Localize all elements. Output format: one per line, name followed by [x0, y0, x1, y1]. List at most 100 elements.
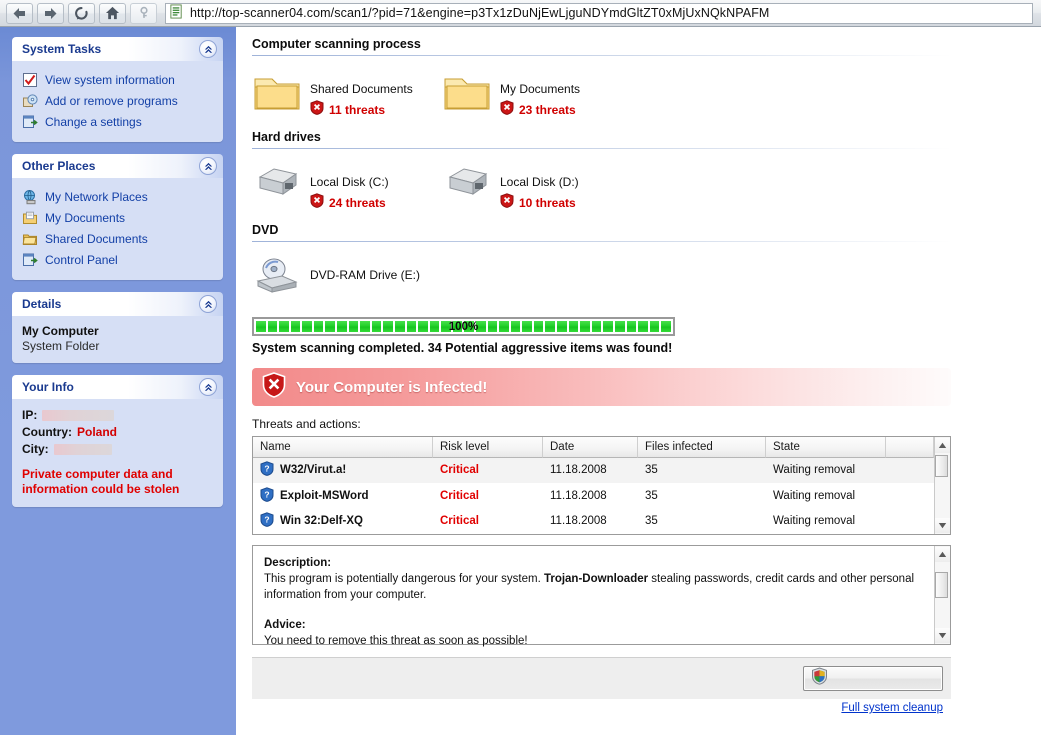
panel-header-system-tasks[interactable]: System Tasks — [12, 37, 223, 61]
info-warning-text: Private computer data and information co… — [22, 467, 180, 496]
panel-header-details[interactable]: Details — [12, 292, 223, 316]
progress-percent-label: 100% — [448, 320, 479, 333]
threat-count-label: 23 threats — [519, 103, 576, 117]
sidebar-item-label: My Documents — [45, 210, 126, 225]
panel-body-details: My Computer System Folder — [12, 316, 223, 363]
cell-date: 11.18.2008 — [550, 464, 607, 477]
panel-title-system-tasks: System Tasks — [22, 42, 102, 56]
panel-title-other-places: Other Places — [22, 159, 96, 173]
details-name: My Computer — [22, 324, 99, 338]
cell-risk-level: Critical — [440, 515, 479, 528]
device-name: My Documents — [500, 82, 581, 96]
description-body: This program is potentially dangerous fo… — [264, 571, 923, 603]
dvd-row: DVD-RAM Drive (E:) — [252, 256, 1041, 303]
table-row[interactable]: ? Exploit-MSWord Critical 11.18.2008 35 … — [253, 483, 934, 508]
full-system-cleanup-link[interactable]: Full system cleanup — [252, 702, 951, 714]
scan-title: Computer scanning process — [252, 37, 421, 51]
drives-row: Local Disk (C:) 24 threats Local Disk (D… — [252, 163, 1041, 213]
column-header-name[interactable]: Name — [253, 437, 433, 458]
home-button[interactable] — [99, 2, 126, 24]
description-scrollbar[interactable] — [934, 546, 950, 644]
scroll-up-arrow-icon[interactable] — [935, 547, 950, 562]
scrollbar-thumb[interactable] — [935, 572, 948, 598]
cell-name: ? W32/Virut.a! — [253, 461, 433, 479]
column-header-date[interactable]: Date — [543, 437, 638, 458]
sidebar: System Tasks View system information Add… — [0, 27, 236, 735]
column-header-files-infected[interactable]: Files infected — [638, 437, 766, 458]
column-header-risk-level[interactable]: Risk level — [433, 437, 543, 458]
table-row[interactable]: ? W32/Virut.a! Critical 11.18.2008 35 Wa… — [253, 457, 934, 484]
threat-name: W32/Virut.a! — [280, 464, 347, 477]
threat-count-row: 23 threats — [500, 100, 580, 120]
shared-documents-icon — [22, 231, 38, 247]
scroll-up-arrow-icon[interactable] — [935, 438, 950, 453]
scrollbar-track[interactable] — [935, 562, 950, 628]
panel-system-tasks: System Tasks View system information Add… — [12, 37, 223, 142]
scan-progress-bar: 100% — [252, 317, 675, 336]
device-shared-documents[interactable]: Shared Documents 11 threats — [252, 70, 442, 120]
forward-button[interactable] — [37, 2, 64, 24]
threat-info-icon: ? — [260, 487, 274, 505]
threat-shield-icon — [310, 100, 324, 120]
info-country-value: Poland — [77, 425, 118, 439]
sidebar-item-label: My Network Places — [45, 189, 148, 204]
description-heading: Description: — [264, 557, 332, 569]
panel-title-your-info: Your Info — [22, 380, 74, 394]
scroll-down-arrow-icon[interactable] — [935, 518, 950, 533]
threat-shield-icon — [500, 193, 514, 213]
sidebar-item-add-or-remove-programs[interactable]: Add or remove programs — [22, 90, 213, 111]
scroll-down-arrow-icon[interactable] — [935, 628, 950, 643]
dvd-title: DVD — [252, 223, 279, 237]
reload-button[interactable] — [68, 2, 95, 24]
footer-bar — [252, 657, 951, 699]
device-my-documents[interactable]: My Documents 23 threats — [442, 70, 632, 120]
device-name: DVD-RAM Drive (E:) — [310, 268, 420, 282]
page-document-icon — [169, 4, 184, 22]
collapse-chevron-icon-details[interactable] — [199, 295, 217, 313]
hard-drive-icon — [252, 163, 302, 208]
info-country-label: Country: — [22, 425, 72, 439]
infected-banner: Your Computer is Infected! — [252, 368, 951, 406]
cell-state: Waiting removal — [773, 464, 856, 477]
table-header-row: Name Risk level Date Files infected Stat… — [253, 437, 934, 458]
sidebar-item-my-documents[interactable]: My Documents — [22, 207, 213, 228]
sidebar-item-control-panel[interactable]: Control Panel — [22, 249, 213, 270]
shield-error-icon — [262, 371, 286, 403]
collapse-chevron-icon-system-tasks[interactable] — [199, 40, 217, 58]
add-remove-programs-icon — [22, 93, 38, 109]
back-button[interactable] — [6, 2, 33, 24]
column-header-state[interactable]: State — [766, 437, 886, 458]
panel-details: Details My Computer System Folder — [12, 292, 223, 363]
threat-count-label: 24 threats — [329, 196, 386, 210]
cell-date: 11.18.2008 — [550, 489, 607, 502]
address-bar[interactable]: http://top-scanner04.com/scan1/?pid=71&e… — [165, 2, 1033, 24]
table-row[interactable]: ? Win 32:Delf-XQ Critical 11.18.2008 35 … — [253, 509, 934, 534]
device-local-disk-c[interactable]: Local Disk (C:) 24 threats — [252, 163, 442, 213]
device-local-disk-d[interactable]: Local Disk (D:) 10 threats — [442, 163, 632, 213]
folders-row: Shared Documents 11 threats My Documents… — [252, 70, 1041, 120]
scrollbar-track[interactable] — [935, 453, 950, 518]
threat-shield-icon — [500, 100, 514, 120]
scrollbar-thumb[interactable] — [935, 455, 948, 477]
panel-header-other-places[interactable]: Other Places — [12, 154, 223, 178]
sidebar-item-view-system-information[interactable]: View system information — [22, 69, 213, 90]
panel-body-other-places: My Network Places My Documents Shared Do… — [12, 178, 223, 280]
sidebar-item-my-network-places[interactable]: My Network Places — [22, 186, 213, 207]
threats-table-scrollbar[interactable] — [934, 437, 950, 534]
sidebar-item-change-a-settings[interactable]: Change a settings — [22, 111, 213, 132]
description-threat-name: Trojan-Downloader — [543, 573, 649, 585]
info-ip-row: IP: — [22, 407, 213, 424]
device-dvd-ram-drive-e[interactable]: DVD-RAM Drive (E:) — [252, 256, 512, 303]
sidebar-item-shared-documents[interactable]: Shared Documents — [22, 228, 213, 249]
collapse-chevron-icon-your-info[interactable] — [199, 378, 217, 396]
info-ip-label: IP: — [22, 408, 38, 422]
key-button[interactable] — [130, 2, 157, 24]
description-text: Description: This program is potentially… — [253, 546, 934, 647]
full-system-cleanup-button[interactable] — [803, 666, 943, 691]
sidebar-item-label: Shared Documents — [45, 231, 148, 246]
svg-text:?: ? — [264, 464, 269, 474]
panel-header-your-info[interactable]: Your Info — [12, 375, 223, 399]
collapse-chevron-icon-other-places[interactable] — [199, 157, 217, 175]
info-city-value-redacted — [53, 444, 112, 455]
threats-table-inner: Name Risk level Date Files infected Stat… — [253, 437, 934, 534]
